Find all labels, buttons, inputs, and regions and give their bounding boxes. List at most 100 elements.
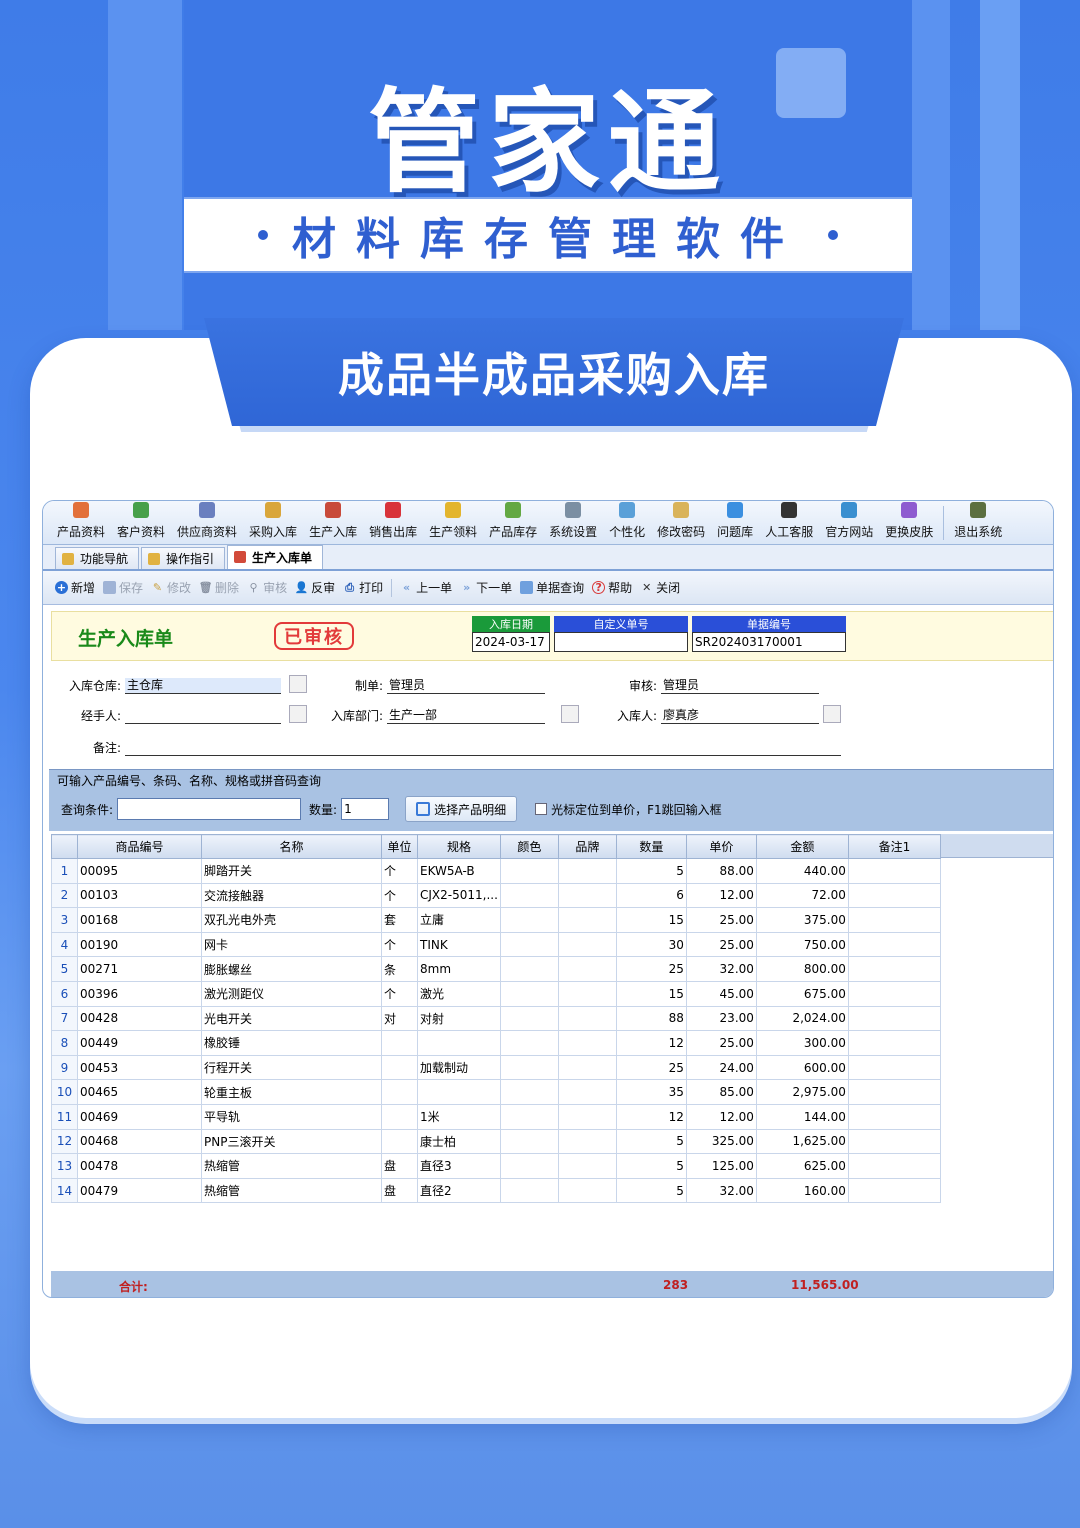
- table-cell[interactable]: 对: [381, 1005, 418, 1032]
- table-cell[interactable]: [499, 1103, 559, 1130]
- add-button[interactable]: + 新增: [55, 579, 95, 596]
- col-amount[interactable]: 金额: [755, 834, 849, 859]
- select-product-button[interactable]: 选择产品明细: [405, 796, 518, 822]
- table-cell[interactable]: 14: [51, 1177, 78, 1204]
- table-cell[interactable]: [499, 882, 559, 909]
- tab-guide[interactable]: 操作指引: [141, 547, 226, 569]
- table-cell[interactable]: [499, 956, 559, 982]
- table-cell[interactable]: 750.00: [755, 931, 849, 958]
- table-cell[interactable]: 160.00: [755, 1177, 849, 1204]
- table-cell[interactable]: 25: [615, 1054, 687, 1081]
- table-cell[interactable]: [847, 980, 941, 1007]
- table-cell[interactable]: 11: [51, 1103, 78, 1130]
- table-cell[interactable]: [557, 956, 617, 982]
- table-cell[interactable]: 00468: [77, 1128, 202, 1155]
- table-cell[interactable]: 套: [381, 907, 418, 933]
- table-cell[interactable]: 热缩管: [201, 1153, 382, 1179]
- col-code[interactable]: 商品编号: [77, 834, 202, 859]
- menu-personalize[interactable]: 个性化: [603, 502, 651, 544]
- table-cell[interactable]: 10: [51, 1079, 78, 1105]
- table-cell[interactable]: 32.00: [685, 956, 757, 982]
- col-name[interactable]: 名称: [201, 834, 382, 859]
- handler-field[interactable]: [125, 708, 282, 724]
- table-cell[interactable]: 交流接触器: [201, 882, 382, 909]
- date-field[interactable]: 2024-03-17: [472, 632, 550, 652]
- menu-product[interactable]: 产品资料: [51, 502, 111, 544]
- warehouse-field[interactable]: 主仓库: [125, 678, 282, 694]
- table-cell[interactable]: 25.00: [685, 907, 757, 933]
- table-cell[interactable]: 个: [381, 858, 418, 884]
- table-cell[interactable]: 72.00: [755, 882, 849, 909]
- col-price[interactable]: 单价: [685, 834, 757, 859]
- table-row[interactable]: 4 00190 网卡个 TINK 30 25.00 750.00: [51, 931, 941, 958]
- table-cell[interactable]: 12: [51, 1128, 78, 1155]
- table-cell[interactable]: TINK: [417, 931, 501, 958]
- col-brand[interactable]: 品牌: [557, 834, 617, 859]
- table-cell[interactable]: 45.00: [685, 980, 757, 1007]
- table-row[interactable]: 1 00095 脚踏开关个 EKW5A-B 5 88.00 440.00: [51, 858, 941, 884]
- table-cell[interactable]: 88.00: [685, 858, 757, 884]
- table-cell[interactable]: [847, 1079, 941, 1105]
- table-cell[interactable]: [381, 1079, 418, 1105]
- table-cell[interactable]: 00428: [77, 1005, 202, 1032]
- table-cell[interactable]: [557, 1177, 617, 1204]
- table-cell[interactable]: [499, 907, 559, 933]
- help-button[interactable]: ? 帮助: [592, 579, 632, 596]
- table-cell[interactable]: [557, 907, 617, 933]
- table-cell[interactable]: 6: [51, 980, 78, 1007]
- table-cell[interactable]: 144.00: [755, 1103, 849, 1130]
- table-cell[interactable]: 5: [615, 1128, 687, 1155]
- table-cell[interactable]: 12.00: [685, 882, 757, 909]
- edit-button[interactable]: ✎ 修改: [151, 579, 191, 596]
- table-cell[interactable]: 5: [615, 858, 687, 884]
- table-cell[interactable]: [499, 1030, 559, 1056]
- table-row[interactable]: 2 00103 交流接触器个 CJX2-5011,... 6 12.00 72.00: [51, 882, 941, 909]
- menu-material[interactable]: 生产领料: [423, 502, 483, 544]
- col-remark[interactable]: 备注1: [847, 834, 941, 859]
- table-cell[interactable]: 8: [51, 1030, 78, 1056]
- table-cell[interactable]: [847, 931, 941, 958]
- table-cell[interactable]: [499, 1054, 559, 1081]
- table-cell[interactable]: [847, 907, 941, 933]
- table-cell[interactable]: 1: [51, 858, 78, 884]
- table-cell[interactable]: EKW5A-B: [417, 858, 501, 884]
- table-cell[interactable]: 行程开关: [201, 1054, 382, 1081]
- tab-production-receipt[interactable]: 生产入库单: [227, 545, 324, 569]
- table-cell[interactable]: 00453: [77, 1054, 202, 1081]
- menu-supplier[interactable]: 供应商资料: [171, 502, 243, 544]
- table-cell[interactable]: [499, 1153, 559, 1179]
- receiver-picker-button[interactable]: [823, 705, 841, 723]
- table-cell[interactable]: 15: [615, 907, 687, 933]
- table-cell[interactable]: [847, 1153, 941, 1179]
- table-cell[interactable]: 440.00: [755, 858, 849, 884]
- table-cell[interactable]: 对射: [417, 1005, 501, 1032]
- table-cell[interactable]: [557, 1079, 617, 1105]
- unaudit-button[interactable]: 👤 反审: [295, 579, 335, 596]
- table-cell[interactable]: 800.00: [755, 956, 849, 982]
- custom-no-field[interactable]: [554, 632, 688, 652]
- table-cell[interactable]: 325.00: [685, 1128, 757, 1155]
- remark-field[interactable]: [125, 740, 842, 756]
- table-cell[interactable]: [499, 1079, 559, 1105]
- table-row[interactable]: 5 00271 膨胀螺丝条 8mm 25 32.00 800.00: [51, 956, 941, 982]
- table-cell[interactable]: 13: [51, 1153, 78, 1179]
- table-cell[interactable]: 600.00: [755, 1054, 849, 1081]
- table-cell[interactable]: 橡胶锤: [201, 1030, 382, 1056]
- table-cell[interactable]: 2,975.00: [755, 1079, 849, 1105]
- table-cell[interactable]: [557, 882, 617, 909]
- table-cell[interactable]: [847, 956, 941, 982]
- table-cell[interactable]: [847, 1030, 941, 1056]
- audit-button[interactable]: ⚲ 审核: [247, 579, 288, 596]
- dept-picker-button[interactable]: [561, 705, 579, 723]
- table-cell[interactable]: [847, 1005, 941, 1032]
- table-row[interactable]: 14 00479 热缩管盘直径2 5 32.00 160.00: [51, 1177, 941, 1204]
- table-cell[interactable]: 7: [51, 1005, 78, 1032]
- table-cell[interactable]: 热缩管: [201, 1177, 382, 1204]
- table-cell[interactable]: 双孔光电外壳: [201, 907, 382, 933]
- table-cell[interactable]: 光电开关: [201, 1005, 382, 1032]
- table-row[interactable]: 6 00396 激光测距仪个激光 15 45.00 675.00: [51, 980, 941, 1007]
- table-cell[interactable]: [847, 858, 941, 884]
- tab-navigation[interactable]: 功能导航: [55, 547, 140, 569]
- table-cell[interactable]: [847, 1054, 941, 1081]
- menu-stock[interactable]: 产品库存: [483, 502, 543, 544]
